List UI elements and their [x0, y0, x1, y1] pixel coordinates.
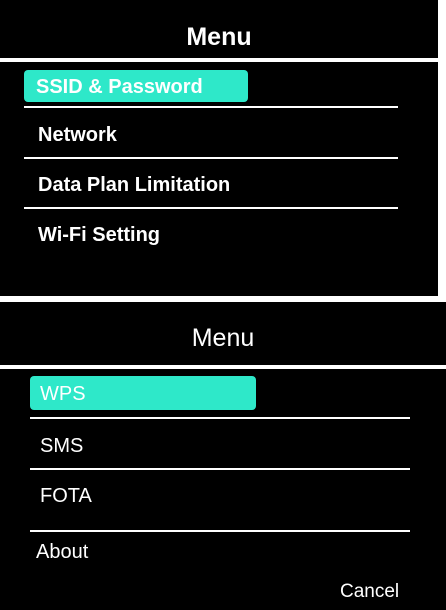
menu-item-label: SMS — [40, 435, 84, 457]
menu-item-label: WPS — [40, 383, 86, 405]
menu-divider — [24, 106, 398, 108]
menu-item-label: SSID & Password — [36, 76, 203, 98]
menu-item-about[interactable]: About — [30, 538, 410, 570]
menu-item-label: FOTA — [40, 485, 92, 507]
title-divider — [0, 365, 446, 369]
menu-item-data-plan-limitation[interactable]: Data Plan Limitation — [24, 168, 404, 204]
menu-divider — [24, 207, 398, 209]
menu-item-label: Wi-Fi Setting — [38, 224, 161, 246]
cancel-button[interactable]: Cancel — [340, 581, 399, 603]
menu-divider — [30, 417, 410, 419]
menu-item-ssid-password[interactable]: SSID & Password — [24, 70, 404, 106]
menu-divider — [30, 468, 410, 470]
menu-item-label: Data Plan Limitation — [38, 174, 231, 196]
title-divider — [0, 58, 438, 62]
menu-item-network[interactable]: Network — [24, 118, 404, 154]
menu-divider — [30, 530, 410, 532]
menu-title: Menu — [186, 23, 252, 51]
menu-item-sms[interactable]: SMS — [30, 428, 410, 464]
menu-screen-top: Menu SSID & Password Network Data Plan L… — [0, 0, 438, 296]
menu-divider — [24, 157, 398, 159]
menu-screen-bottom: Menu WPS SMS FOTA About Cancel — [0, 302, 446, 610]
menu-item-wps[interactable]: WPS — [30, 376, 410, 412]
menu-item-fota[interactable]: FOTA — [30, 478, 410, 514]
menu-item-label: About — [36, 541, 89, 563]
menu-item-label: Network — [38, 124, 117, 146]
menu-title: Menu — [191, 324, 255, 352]
menu-item-wifi-setting[interactable]: Wi-Fi Setting — [24, 218, 404, 254]
